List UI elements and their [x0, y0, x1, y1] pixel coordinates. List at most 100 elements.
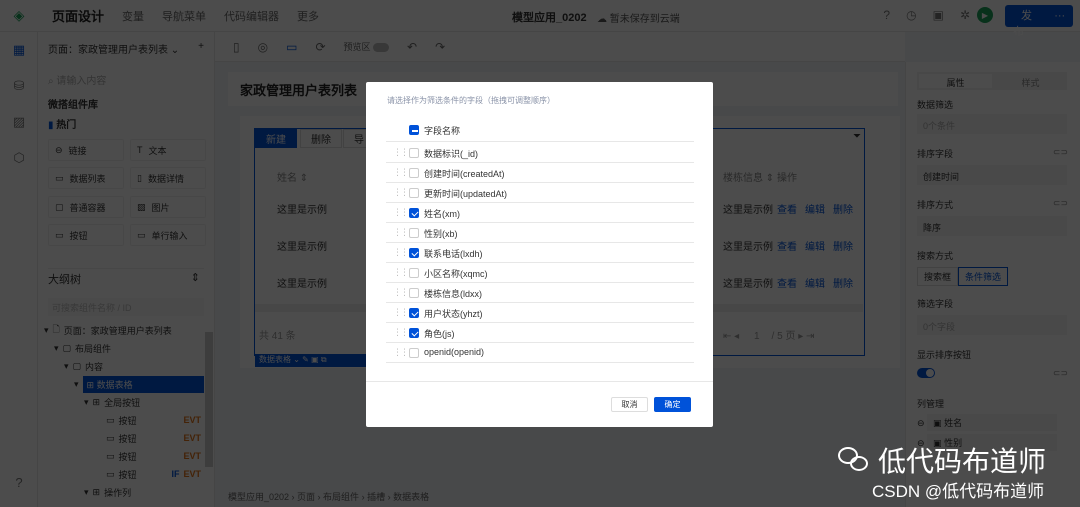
component-data-list[interactable]: ▭ 数据列表	[48, 167, 124, 189]
sort-icon[interactable]: ⇕	[300, 173, 308, 184]
undo-icon[interactable]: ↶	[407, 40, 417, 54]
tree-node[interactable]: ▭ 按钮 EVT	[106, 412, 201, 428]
field-checkbox[interactable]	[409, 188, 419, 198]
tree-node[interactable]: ▭ 按钮 EVT	[106, 448, 201, 464]
field-row[interactable]: ⋮⋮ 用户状态(yhzt)	[386, 303, 694, 323]
select-all-checkbox[interactable]	[409, 125, 419, 135]
mini-program-icon[interactable]: ◎	[258, 40, 268, 54]
cancel-button[interactable]: 取消	[611, 397, 648, 412]
bind-icon[interactable]: ⊂⊃	[1053, 368, 1068, 379]
field-row[interactable]: ⋮⋮ 创建时间(createdAt)	[386, 163, 694, 183]
data-filter-field[interactable]: 0个条件	[917, 114, 1067, 134]
search-mode-box[interactable]: 搜索框	[917, 267, 959, 286]
drag-handle-icon[interactable]: ⋮⋮	[393, 187, 409, 198]
prev-page-icon[interactable]: ◂	[734, 331, 742, 342]
sort-icon[interactable]: ⇕	[766, 173, 774, 184]
drag-handle-icon[interactable]: ⋮⋮	[393, 327, 409, 338]
debug-icon[interactable]: ✲	[960, 8, 970, 22]
outline-search-input[interactable]: 可搜索组件名称 / ID	[48, 298, 204, 316]
component-input[interactable]: ▭ 单行输入	[130, 224, 206, 246]
preview-switch[interactable]	[373, 43, 390, 53]
history-icon[interactable]: ◷	[906, 8, 916, 22]
save-icon[interactable]: ▣	[933, 8, 944, 22]
image-icon[interactable]: ▨	[11, 114, 27, 130]
column-item[interactable]: ⊖ ▣ 姓名	[917, 414, 1067, 431]
breadcrumb-item[interactable]: 布局组件	[323, 492, 359, 502]
tree-node[interactable]: ▭ 按钮 EVT	[106, 430, 201, 446]
drag-handle-icon[interactable]: ⋮⋮	[393, 267, 409, 278]
nav-variables[interactable]: 变量	[122, 8, 144, 24]
tab-properties[interactable]: 属性	[919, 74, 992, 88]
field-checkbox[interactable]	[409, 208, 419, 218]
field-checkbox[interactable]	[409, 228, 419, 238]
settings-icon[interactable]: ⬡	[11, 150, 27, 166]
view-link[interactable]: 查看	[777, 205, 797, 216]
drag-handle-icon[interactable]: ⋮⋮	[393, 227, 409, 238]
delete-button[interactable]: 删除	[300, 129, 342, 148]
hot-section-title[interactable]: ▮ 热门	[48, 116, 204, 131]
filter-icon[interactable]: ⏷	[853, 131, 861, 142]
component-link[interactable]: ⊖ 链接	[48, 139, 124, 161]
nav-menu[interactable]: 导航菜单	[162, 8, 206, 24]
delete-link[interactable]: 删除	[833, 242, 853, 253]
sort-order-select[interactable]: 降序	[917, 216, 1067, 236]
new-button[interactable]: 新建	[255, 129, 297, 148]
field-row[interactable]: ⋮⋮ 角色(js)	[386, 323, 694, 343]
help-icon[interactable]: ?	[883, 8, 890, 22]
drag-handle-icon[interactable]: ⋮⋮	[393, 347, 409, 358]
drag-handle-icon[interactable]: ⋮⋮	[393, 167, 409, 178]
edit-link[interactable]: 编辑	[805, 242, 825, 253]
app-logo-icon[interactable]: ◈	[0, 7, 38, 24]
redo-icon[interactable]: ↷	[435, 40, 445, 54]
tree-node[interactable]: ▾ ▢ 内容	[64, 358, 103, 374]
delete-link[interactable]: 删除	[833, 205, 853, 216]
breadcrumb-item[interactable]: 模型应用_0202	[228, 492, 289, 502]
tree-node[interactable]: ▾ ▢ 布局组件	[54, 340, 111, 356]
column-header-name[interactable]: 姓名 ⇕	[277, 169, 308, 184]
preview-toggle[interactable]: 预览区	[344, 40, 390, 53]
page-selector[interactable]: 页面：家政管理用户表列表 ⌄ +	[48, 41, 204, 56]
view-link[interactable]: 查看	[777, 242, 797, 253]
field-row[interactable]: ⋮⋮ 性别(xb)	[386, 223, 694, 243]
field-checkbox[interactable]	[409, 308, 419, 318]
selected-component-bar[interactable]: 数据表格 ⌄ ✎ ▣ ⧉	[255, 354, 369, 367]
field-checkbox[interactable]	[409, 148, 419, 158]
breadcrumb-item[interactable]: 页面	[297, 492, 315, 502]
filter-fields-field[interactable]: 0个字段	[917, 315, 1067, 335]
field-row[interactable]: ⋮⋮ 更新时间(updatedAt)	[386, 183, 694, 203]
layout-icon[interactable]: ▦	[11, 42, 27, 58]
breadcrumb-item[interactable]: 数据表格	[393, 492, 429, 502]
drag-handle-icon[interactable]: ⋮⋮	[393, 247, 409, 258]
confirm-button[interactable]: 确定	[654, 397, 691, 412]
delete-link[interactable]: 删除	[833, 279, 853, 290]
breadcrumb-item[interactable]: 插槽	[367, 492, 385, 502]
field-row[interactable]: ⋮⋮ 姓名(xm)	[386, 203, 694, 223]
bind-icon[interactable]: ⊂⊃	[1053, 198, 1068, 209]
component-data-detail[interactable]: ▯ 数据详情	[130, 167, 206, 189]
nav-page-design[interactable]: 页面设计	[52, 6, 104, 25]
tree-node[interactable]: ▾ ⊞ 操作列	[84, 484, 131, 500]
field-checkbox[interactable]	[409, 348, 419, 358]
library-title[interactable]: 微搭组件库	[48, 96, 204, 111]
drag-handle-icon[interactable]: ⋮⋮	[393, 207, 409, 218]
search-mode-filter[interactable]: 条件筛选	[958, 267, 1009, 286]
component-container[interactable]: ▢ 普通容器	[48, 196, 124, 218]
mobile-view-icon[interactable]: ▯	[233, 40, 240, 54]
database-icon[interactable]: ⛁	[11, 78, 27, 94]
field-checkbox[interactable]	[409, 268, 419, 278]
component-text[interactable]: T 文本	[130, 139, 206, 161]
tree-node[interactable]: ▭ 按钮 IF EVT	[106, 466, 201, 482]
tab-style[interactable]: 样式	[994, 72, 1067, 90]
field-row[interactable]: ⋮⋮ 楼栋信息(ldxx)	[386, 283, 694, 303]
outline-scrollbar[interactable]	[205, 332, 213, 467]
expand-collapse-icon[interactable]: ⇕	[191, 271, 200, 284]
tree-node[interactable]: ▾ ⊞ 全局按钮	[84, 394, 140, 410]
nav-code-editor[interactable]: 代码编辑器	[224, 8, 279, 24]
drag-handle-icon[interactable]: ⋮⋮	[393, 147, 409, 158]
edit-link[interactable]: 编辑	[805, 279, 825, 290]
sort-field-select[interactable]: 创建时间	[917, 165, 1067, 185]
field-row[interactable]: ⋮⋮ 数据标识(_id)	[386, 143, 694, 163]
bind-icon[interactable]: ⊂⊃	[1053, 147, 1068, 158]
publish-button[interactable]: ➤ 发布 ···	[1005, 0, 1073, 38]
page-input[interactable]: 1	[754, 331, 760, 342]
